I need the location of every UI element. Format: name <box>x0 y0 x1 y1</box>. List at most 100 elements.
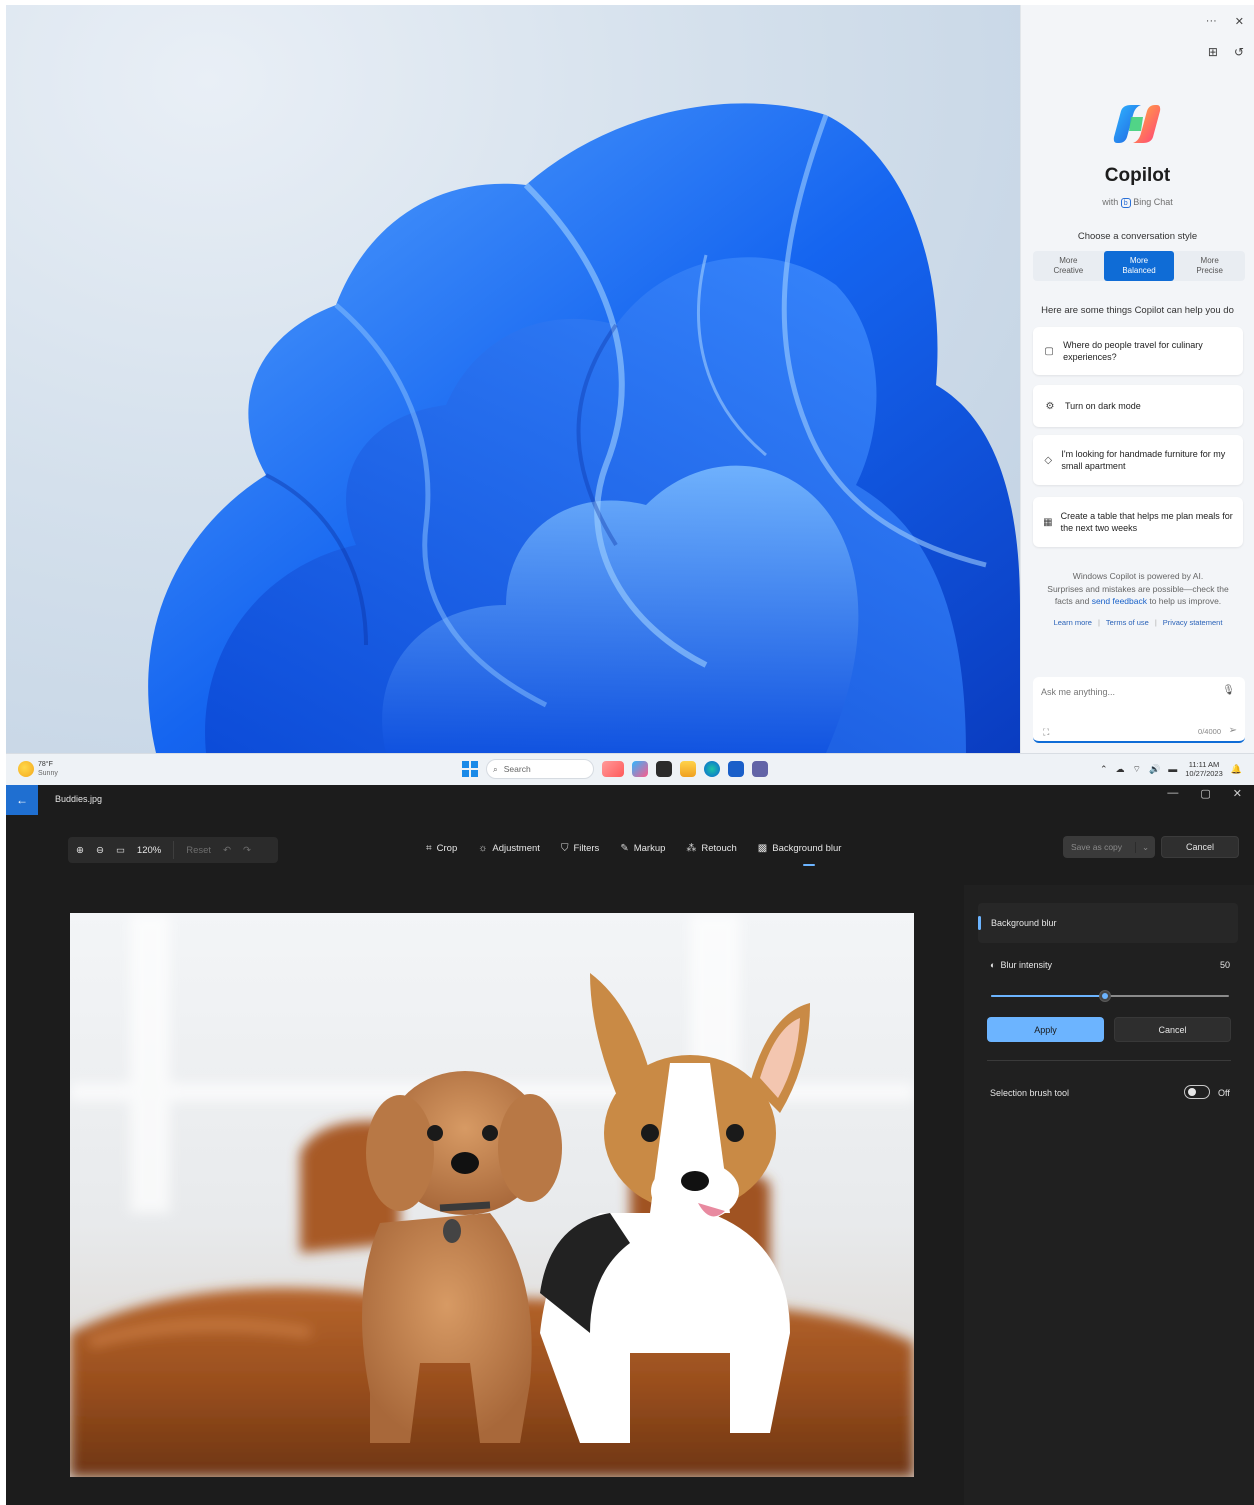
tag-icon: ◇ <box>1044 454 1053 466</box>
send-feedback-link[interactable]: send feedback <box>1092 596 1147 606</box>
char-counter: 0/4000 <box>1198 727 1221 736</box>
bloom-illustration <box>148 103 1020 753</box>
selection-brush-label: Selection brush tool <box>990 1088 1070 1098</box>
suggestion-card-culinary[interactable]: ▢ Where do people travel for culinary ex… <box>1033 327 1243 375</box>
undo-icon[interactable]: ↶ <box>223 845 231 856</box>
close-window-icon[interactable]: ✕ <box>1233 787 1242 800</box>
battery-icon[interactable]: ▬ <box>1168 764 1177 774</box>
onedrive-icon[interactable]: ☁ <box>1116 764 1125 775</box>
chevron-up-icon[interactable]: ⌃ <box>1100 764 1108 775</box>
apply-button[interactable]: Apply <box>987 1017 1104 1042</box>
briefcase-icon: ▢ <box>1044 345 1054 357</box>
terms-of-use-link[interactable]: Terms of use <box>1106 618 1149 627</box>
zoom-level[interactable]: 120% <box>137 845 161 856</box>
save-as-copy-button[interactable]: Save as copy ⌄ <box>1063 836 1155 858</box>
learn-more-link[interactable]: Learn more <box>1054 618 1092 627</box>
chat-input-box[interactable]: Ask me anything... 🎙 ⛶ 0/4000 ➢ <box>1033 677 1245 743</box>
taskbar-apps: ⌕ Search <box>462 759 768 779</box>
task-view-icon[interactable] <box>656 761 672 777</box>
edit-tools: ⌗ Crop ☼ Adjustment ⛉ Filters ✎ Markup ⁂… <box>426 843 841 866</box>
more-options-icon[interactable]: ··· <box>1206 15 1217 28</box>
network-icon[interactable]: ⌔ <box>1133 764 1141 775</box>
filters-icon: ⛉ <box>560 843 569 854</box>
widgets-app-icon[interactable] <box>602 761 624 777</box>
settings-icon: ⚙ <box>1045 400 1055 412</box>
minimize-icon[interactable]: — <box>1167 787 1178 800</box>
privacy-statement-link[interactable]: Privacy statement <box>1163 618 1223 627</box>
sun-icon <box>18 761 34 777</box>
back-arrow-icon[interactable]: ← <box>6 785 38 815</box>
panel-title: Background blur <box>991 918 1057 928</box>
search-icon: ⌕ <box>493 763 498 774</box>
cancel-edit-button[interactable]: Cancel <box>1161 836 1239 858</box>
reset-button[interactable]: Reset <box>186 845 211 856</box>
tool-retouch[interactable]: ⁂ Retouch <box>686 843 736 854</box>
suggestion-text: Create a table that helps me plan meals … <box>1060 511 1233 533</box>
tool-adjustment[interactable]: ☼ Adjustment <box>478 843 540 854</box>
edge-icon[interactable] <box>704 761 720 777</box>
title-bar: ← Buddies.jpg — ▢ ✕ <box>6 785 1254 815</box>
apps-grid-icon[interactable]: ⊞ <box>1208 45 1218 59</box>
notification-bell-icon[interactable]: 🔔 <box>1231 764 1242 775</box>
help-heading: Here are some things Copilot can help yo… <box>1041 305 1234 316</box>
background-blur-panel: Background blur ◐ Blur intensity 50 Appl… <box>964 885 1254 1505</box>
zoom-out-icon[interactable]: ⊖ <box>96 845 104 856</box>
copilot-subtitle: with b Bing Chat <box>1102 197 1173 208</box>
style-more-creative[interactable]: More Creative <box>1033 251 1104 281</box>
microphone-icon[interactable]: 🎙 <box>1222 685 1235 696</box>
send-icon[interactable]: ➢ <box>1229 725 1237 736</box>
style-more-precise[interactable]: More Precise <box>1174 251 1245 281</box>
screenshot-icon[interactable]: ⛶ <box>1043 727 1049 738</box>
brightness-icon: ☼ <box>478 843 488 854</box>
slider-thumb[interactable] <box>1099 990 1112 1002</box>
blur-intensity-value: 50 <box>1219 960 1230 970</box>
bing-icon: b <box>1120 197 1131 208</box>
ai-disclaimer: Windows Copilot is powered by AI. Surpri… <box>1047 571 1229 606</box>
photo-canvas[interactable] <box>70 913 914 1477</box>
chevron-down-icon[interactable]: ⌄ <box>1135 841 1155 853</box>
chat-input-placeholder[interactable]: Ask me anything... <box>1041 687 1115 697</box>
history-icon[interactable]: ↺ <box>1234 45 1244 59</box>
tool-background-blur[interactable]: ▩ Background blur <box>757 843 841 866</box>
system-tray: ⌃ ☁ ⌔ 🔊 ▬ 11:11 AM 10/27/2023 🔔 <box>1100 760 1242 778</box>
copilot-taskbar-icon[interactable] <box>632 761 648 777</box>
close-icon[interactable]: ✕ <box>1235 15 1244 28</box>
photos-editor: ← Buddies.jpg — ▢ ✕ ⊕ ⊖ ▭ 120% Reset ↶ ↷… <box>6 785 1254 1505</box>
panel-header: Background blur <box>978 903 1238 943</box>
style-more-balanced[interactable]: More Balanced <box>1103 251 1175 281</box>
suggestion-card-dark-mode[interactable]: ⚙ Turn on dark mode <box>1033 385 1243 427</box>
weather-temperature: 78°F <box>38 761 53 768</box>
divider <box>987 1060 1231 1061</box>
store-icon[interactable] <box>728 761 744 777</box>
suggestion-text: Where do people travel for culinary expe… <box>1063 340 1203 362</box>
tool-markup[interactable]: ✎ Markup <box>620 843 665 854</box>
cancel-button[interactable]: Cancel <box>1114 1017 1231 1042</box>
background-blur-icon: ▩ <box>757 843 768 854</box>
clock[interactable]: 11:11 AM 10/27/2023 <box>1185 760 1223 778</box>
teams-icon[interactable] <box>752 761 768 777</box>
redo-icon[interactable]: ↷ <box>243 845 251 856</box>
maximize-icon[interactable]: ▢ <box>1200 787 1210 800</box>
suggestion-text: I'm looking for handmade furniture for m… <box>1061 449 1226 471</box>
zoom-in-icon[interactable]: ⊕ <box>76 845 84 856</box>
conversation-style-selector: More Creative More Balanced More Precise <box>1033 251 1245 281</box>
retouch-icon: ⁂ <box>686 843 697 854</box>
footer-links: Learn more | Terms of use | Privacy stat… <box>1053 618 1223 627</box>
weather-widget[interactable]: 78°F Sunny <box>18 760 58 778</box>
bloom-wallpaper <box>6 5 1020 753</box>
conversation-style-heading: Choose a conversation style <box>1077 231 1198 242</box>
file-name: Buddies.jpg <box>55 794 103 804</box>
pen-icon: ✎ <box>620 843 629 854</box>
copilot-title: Copilot <box>1104 165 1171 186</box>
file-explorer-icon[interactable] <box>680 761 696 777</box>
suggestion-card-furniture[interactable]: ◇ I'm looking for handmade furniture for… <box>1033 435 1243 485</box>
windows-start-icon[interactable] <box>462 761 478 777</box>
selection-brush-toggle[interactable] <box>1184 1085 1210 1099</box>
volume-icon[interactable]: 🔊 <box>1149 764 1160 775</box>
tool-crop[interactable]: ⌗ Crop <box>426 843 457 854</box>
tool-filters[interactable]: ⛉ Filters <box>561 843 599 854</box>
fit-to-window-icon[interactable]: ▭ <box>116 845 125 856</box>
taskbar-search[interactable]: ⌕ Search <box>486 759 594 779</box>
suggestion-card-meal-table[interactable]: ▦ Create a table that helps me plan meal… <box>1033 497 1243 547</box>
blur-intensity-slider[interactable] <box>991 990 1229 1002</box>
